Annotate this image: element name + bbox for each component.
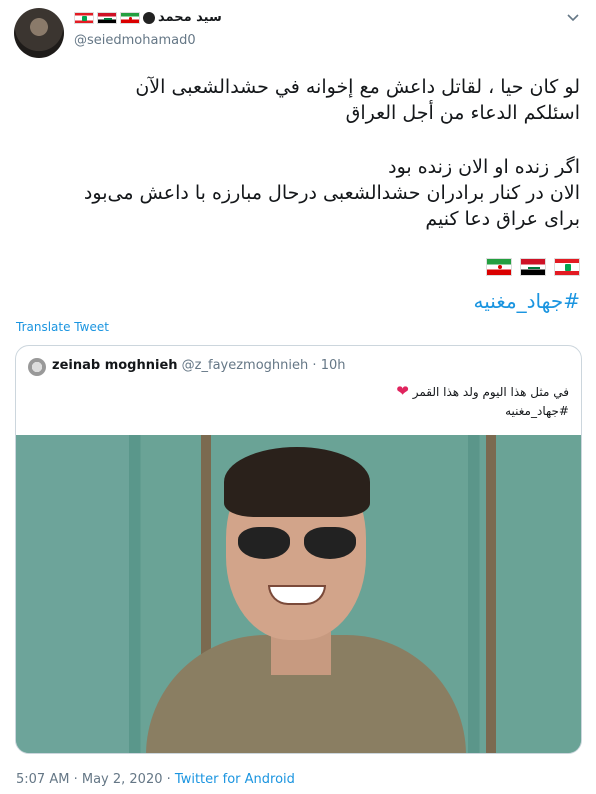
tweet-line: برای عراق دعا کنیم	[425, 208, 580, 230]
author-name-text: سيد محمد	[158, 10, 222, 25]
author-handle[interactable]: @seiedmohamad0	[74, 33, 196, 48]
tweet-date[interactable]: May 2, 2020	[82, 772, 163, 787]
separator: ·	[166, 772, 171, 787]
tweet-source-link[interactable]: Twitter for Android	[175, 772, 295, 787]
quoted-line-text: في مثل هذا اليوم ولد هذا القمر	[412, 385, 569, 399]
hashtag-link[interactable]: #جهاد_مغنيه	[474, 289, 581, 313]
iraq-flag-icon	[97, 11, 117, 24]
lebanon-flag-icon	[74, 11, 94, 24]
iraq-flag-icon	[520, 258, 546, 276]
heart-icon: ❤	[396, 382, 409, 400]
quoted-photo[interactable]	[16, 435, 581, 753]
quoted-hashtag[interactable]: #جهاد_مغنيه	[396, 402, 569, 421]
iran-flag-icon	[120, 11, 140, 24]
emblem-icon	[143, 11, 155, 24]
quoted-text: في مثل هذا اليوم ولد هذا القمر ❤ #جهاد_م…	[396, 382, 569, 421]
photo-post	[486, 435, 496, 753]
tweet-line: اسئلكم الدعاء من أجل العراق	[345, 102, 580, 124]
quoted-avatar[interactable]	[28, 358, 46, 376]
author-display-name[interactable]: سيد محمد	[74, 10, 222, 25]
photo-person-hair	[224, 447, 370, 517]
tweet-line: الان در کنار برادران حشدالشعبی درحال مبا…	[83, 182, 580, 204]
quoted-handle: @z_fayezmoghnieh	[181, 358, 309, 373]
flag-emoji-row	[486, 258, 580, 276]
separator: ·	[312, 358, 317, 373]
chevron-down-icon[interactable]	[566, 10, 580, 24]
quoted-tweet[interactable]: zeinab moghnieh @z_fayezmoghnieh · 10h ف…	[15, 345, 582, 754]
translate-tweet-link[interactable]: Translate Tweet	[16, 320, 109, 334]
tweet-author-avatar[interactable]	[14, 8, 64, 58]
tweet-body: لو كان حيا ، لقاتل داعش مع إخوانه في حشد…	[18, 74, 580, 232]
tweet-line: لو كان حيا ، لقاتل داعش مع إخوانه في حشد…	[135, 76, 580, 98]
tweet-footer: 5:07 AM · May 2, 2020 · Twitter for Andr…	[16, 772, 295, 787]
sunglasses	[238, 527, 358, 561]
separator: ·	[73, 772, 78, 787]
tweet-time[interactable]: 5:07 AM	[16, 772, 69, 787]
tweet-line: اگر زنده او الان زنده بود	[388, 156, 580, 178]
quoted-line: في مثل هذا اليوم ولد هذا القمر ❤	[396, 382, 569, 402]
quoted-time[interactable]: 10h	[321, 358, 346, 373]
quoted-name[interactable]: zeinab moghnieh	[52, 358, 178, 373]
quoted-header: zeinab moghnieh @z_fayezmoghnieh · 10h	[52, 358, 345, 373]
iran-flag-icon	[486, 258, 512, 276]
lebanon-flag-icon	[554, 258, 580, 276]
